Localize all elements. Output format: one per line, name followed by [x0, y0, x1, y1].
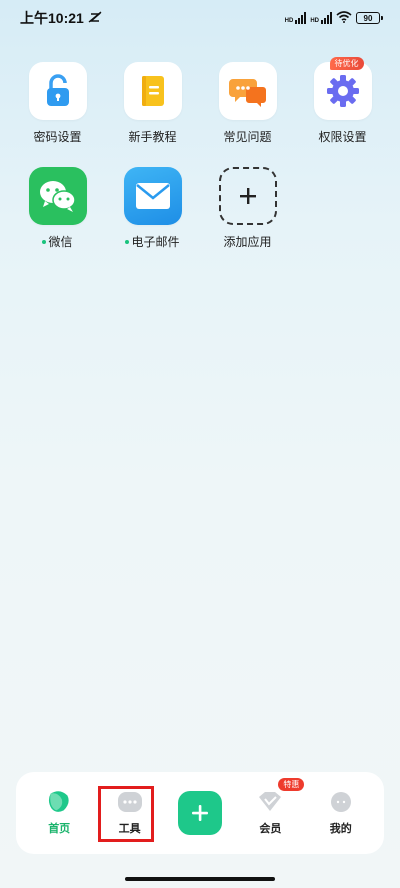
vip-icon: 特惠	[256, 778, 305, 814]
nav-home[interactable]: 首页	[29, 790, 89, 836]
home-icon	[45, 790, 73, 814]
app-tutorial[interactable]: 新手教程	[105, 62, 200, 145]
app-faq[interactable]: 常见问题	[200, 62, 295, 145]
nav-vip[interactable]: 特惠 会员	[240, 778, 305, 836]
app-add[interactable]: 添加应用	[200, 167, 295, 250]
nav-label: 会员	[259, 823, 282, 835]
plus-icon	[177, 791, 222, 835]
app-label: 新手教程	[128, 130, 177, 144]
app-label: 常见问题	[223, 130, 272, 144]
nav-label: 我的	[329, 823, 352, 835]
app-wechat[interactable]: 微信	[10, 167, 105, 250]
optimize-badge: 待优化	[329, 57, 364, 70]
hd-label-2: HD	[310, 18, 319, 24]
app-label: 电子邮件	[131, 235, 180, 249]
app-label: 微信	[48, 235, 73, 249]
hd-label: HD	[284, 18, 294, 24]
vip-badge: 特惠	[278, 778, 305, 791]
highlight-box	[98, 786, 154, 842]
mail-icon	[123, 167, 182, 225]
dnd-icon	[88, 10, 102, 26]
app-password-settings[interactable]: 密码设置	[10, 62, 105, 145]
bottom-nav: 首页 工具 特惠 会员 我的	[16, 772, 384, 854]
nav-mine[interactable]: 我的	[311, 790, 371, 836]
signal-icon-2: HD	[310, 12, 332, 24]
app-label: 权限设置	[318, 130, 367, 144]
app-label: 密码设置	[33, 130, 82, 144]
new-dot	[42, 239, 47, 244]
nav-label: 首页	[48, 823, 71, 835]
wifi-icon	[336, 10, 352, 26]
chat-bubbles-icon	[218, 62, 277, 120]
battery-level: 90	[363, 13, 373, 23]
battery-icon: 90	[356, 12, 383, 24]
app-label: 添加应用	[223, 235, 272, 249]
add-icon	[218, 167, 277, 225]
app-grid: 密码设置 新手教程 常见问题 待优化 权限设置 微信 电子邮件 添加应用	[10, 57, 390, 250]
profile-icon	[327, 790, 355, 814]
status-bar: 上午10:21 HD HD 90	[0, 0, 400, 36]
signal-icon-1: HD	[285, 12, 307, 24]
nav-add[interactable]	[170, 791, 230, 835]
lock-icon	[28, 62, 87, 120]
app-permission-settings[interactable]: 待优化 权限设置	[295, 57, 390, 145]
app-email[interactable]: 电子邮件	[105, 167, 200, 250]
app-label-row: 微信	[42, 233, 73, 250]
app-label-row: 电子邮件	[125, 233, 180, 250]
wechat-icon	[28, 167, 87, 225]
status-time: 上午10:21	[20, 10, 84, 26]
notebook-icon	[123, 62, 182, 120]
home-indicator[interactable]	[125, 877, 275, 881]
gear-icon: 待优化	[313, 57, 372, 120]
new-dot	[125, 239, 130, 244]
